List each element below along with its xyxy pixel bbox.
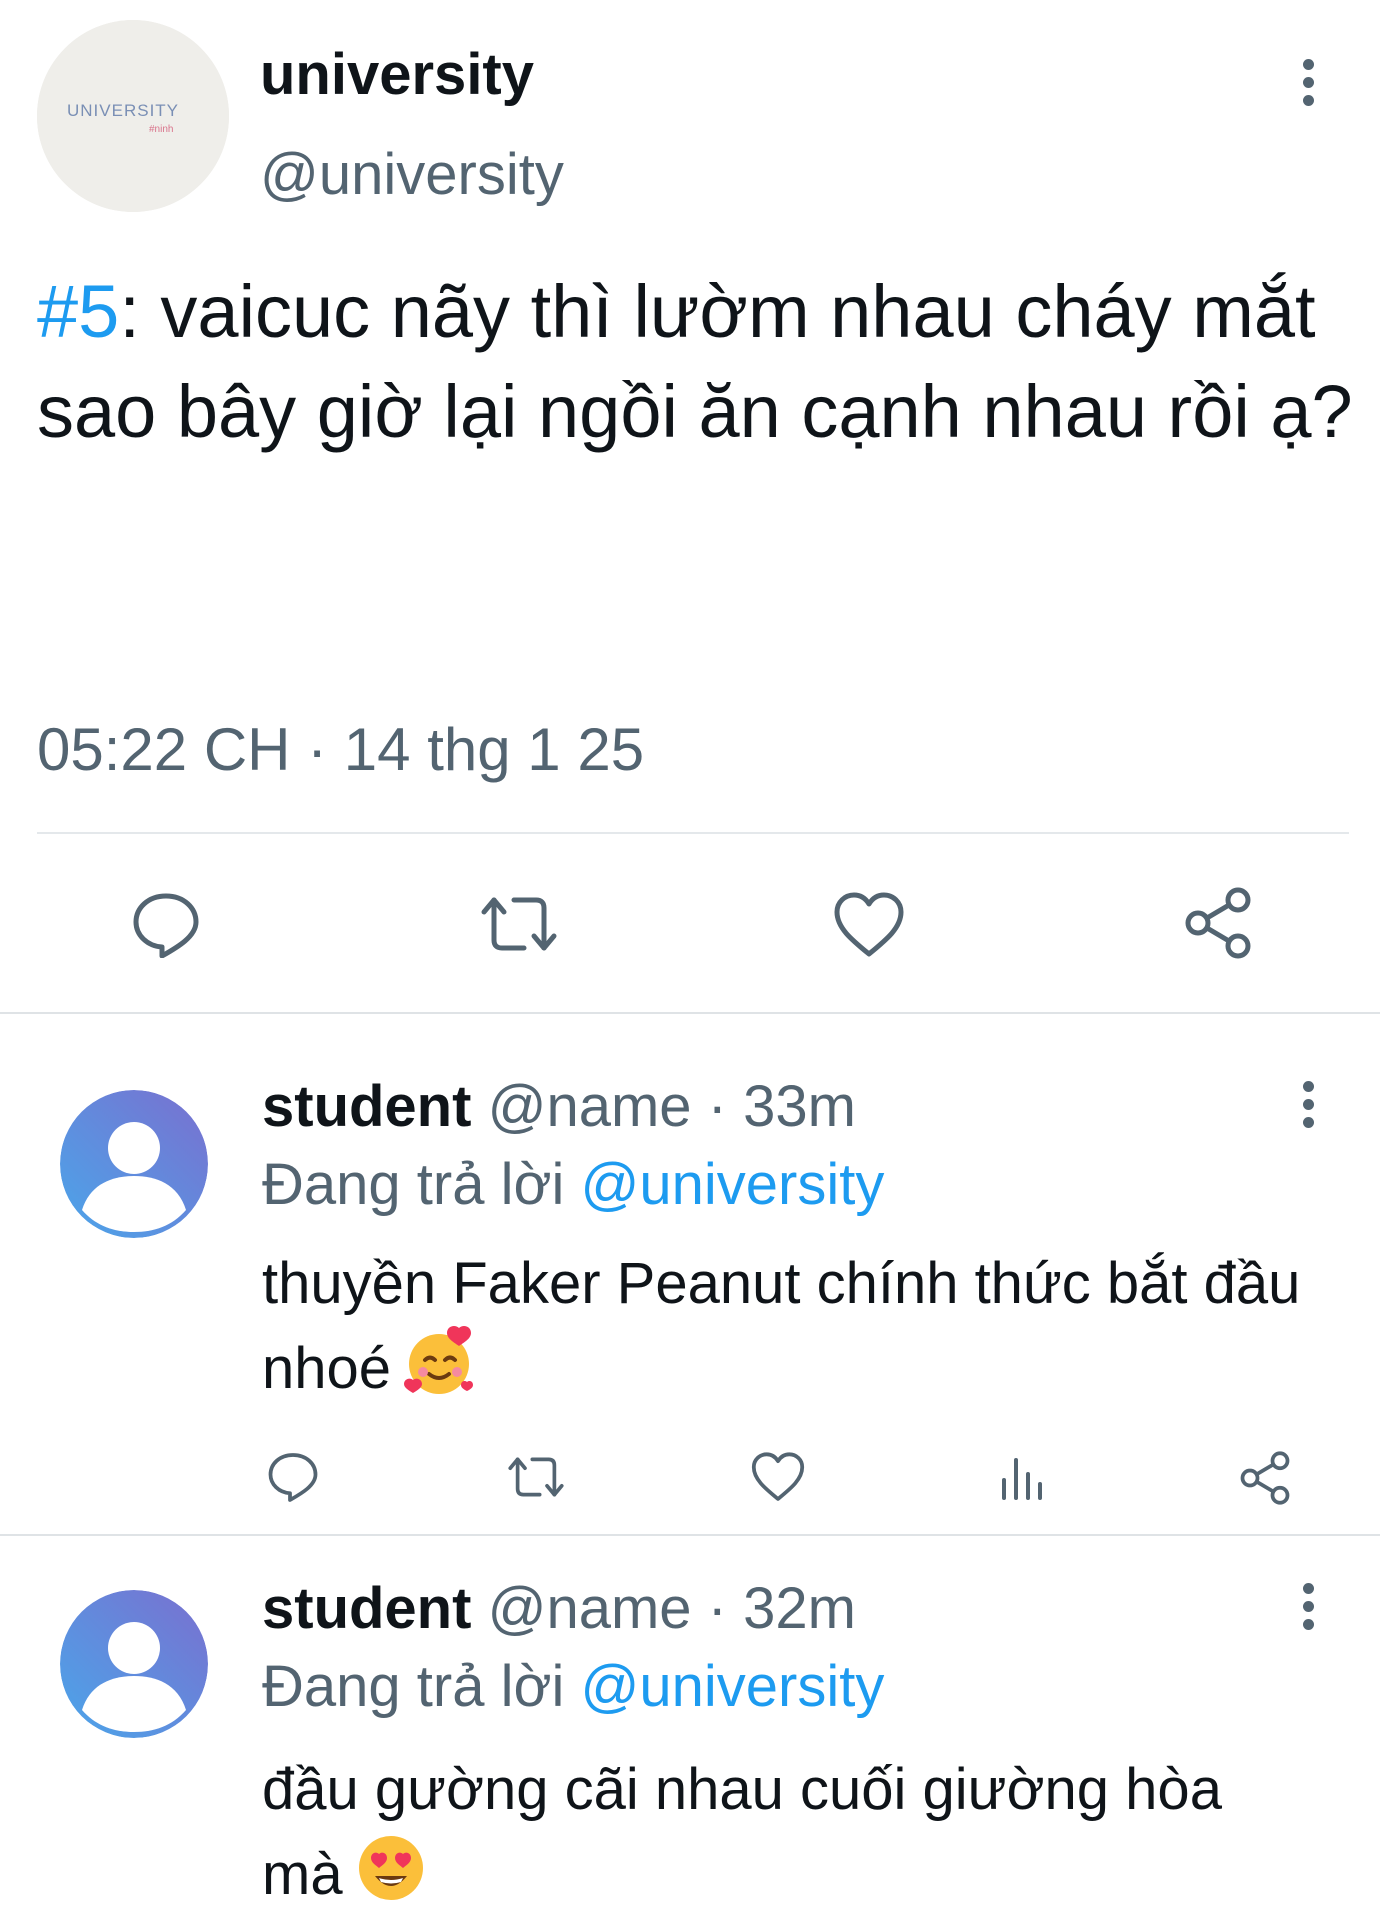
replying-label: Đang trả lời [262,1654,565,1719]
reply-header: student @name · 32m [262,1574,856,1644]
more-options-icon[interactable] [1293,52,1323,112]
reply-display-name[interactable]: student [262,1074,471,1139]
reply-icon[interactable] [130,890,202,958]
replying-to-link[interactable]: @university [581,1152,885,1217]
views-icon[interactable] [998,1450,1046,1502]
reply-display-name[interactable]: student [262,1576,471,1641]
divider [0,1012,1380,1014]
reply-text: thuyền Faker Peanut chính thức bắt đầu n… [262,1244,1352,1421]
smiling-face-with-hearts-icon [401,1324,477,1421]
tweet-timestamp[interactable]: 05:22 CH · 14 thg 1 25 [37,712,644,788]
reply-time[interactable]: · 33m [708,1074,856,1139]
tweet-text: #5: vaicuc nãy thì lườm nhau cháy mắt sa… [37,262,1357,462]
reply-icon[interactable] [266,1450,320,1502]
replying-to-link[interactable]: @university [581,1654,885,1719]
reply-handle[interactable]: @name [488,1074,692,1139]
share-icon[interactable] [1182,886,1254,960]
divider [37,832,1349,834]
retweet-icon[interactable] [504,1452,568,1502]
handle[interactable]: @university [260,140,564,210]
avatar-logo-subtext: #ninh [149,124,173,135]
like-icon[interactable] [832,892,906,958]
hashtag-link[interactable]: #5 [37,270,119,353]
reply-header: student @name · 33m [262,1072,856,1142]
more-options-icon[interactable] [1293,1074,1323,1134]
reply-text: đầu gường cãi nhau cuối giường hòa mà [262,1750,1302,1927]
retweet-icon[interactable] [476,890,562,958]
university-avatar[interactable]: UNIVERSITY #ninh [37,20,229,212]
like-icon[interactable] [750,1452,806,1502]
replying-to: Đang trả lời @university [262,1150,884,1220]
replying-to: Đang trả lời @university [262,1652,884,1722]
reply-handle[interactable]: @name [488,1576,692,1641]
heart-eyes-face-icon [353,1830,429,1927]
avatar-logo-text: UNIVERSITY [67,101,179,120]
tweet-text-line2: sao bây giờ lại ngồi ăn cạnh nhau rồi ạ? [37,370,1353,453]
more-options-icon[interactable] [1293,1576,1323,1636]
display-name[interactable]: university [260,40,534,110]
replying-label: Đang trả lời [262,1152,565,1217]
share-icon[interactable] [1238,1450,1292,1506]
divider [0,1534,1380,1536]
tweet-text-line1: : vaicuc nãy thì lườm nhau cháy mắt [119,270,1316,353]
student-avatar[interactable] [60,1090,208,1238]
reply-time[interactable]: · 32m [708,1576,856,1641]
student-avatar[interactable] [60,1590,208,1738]
